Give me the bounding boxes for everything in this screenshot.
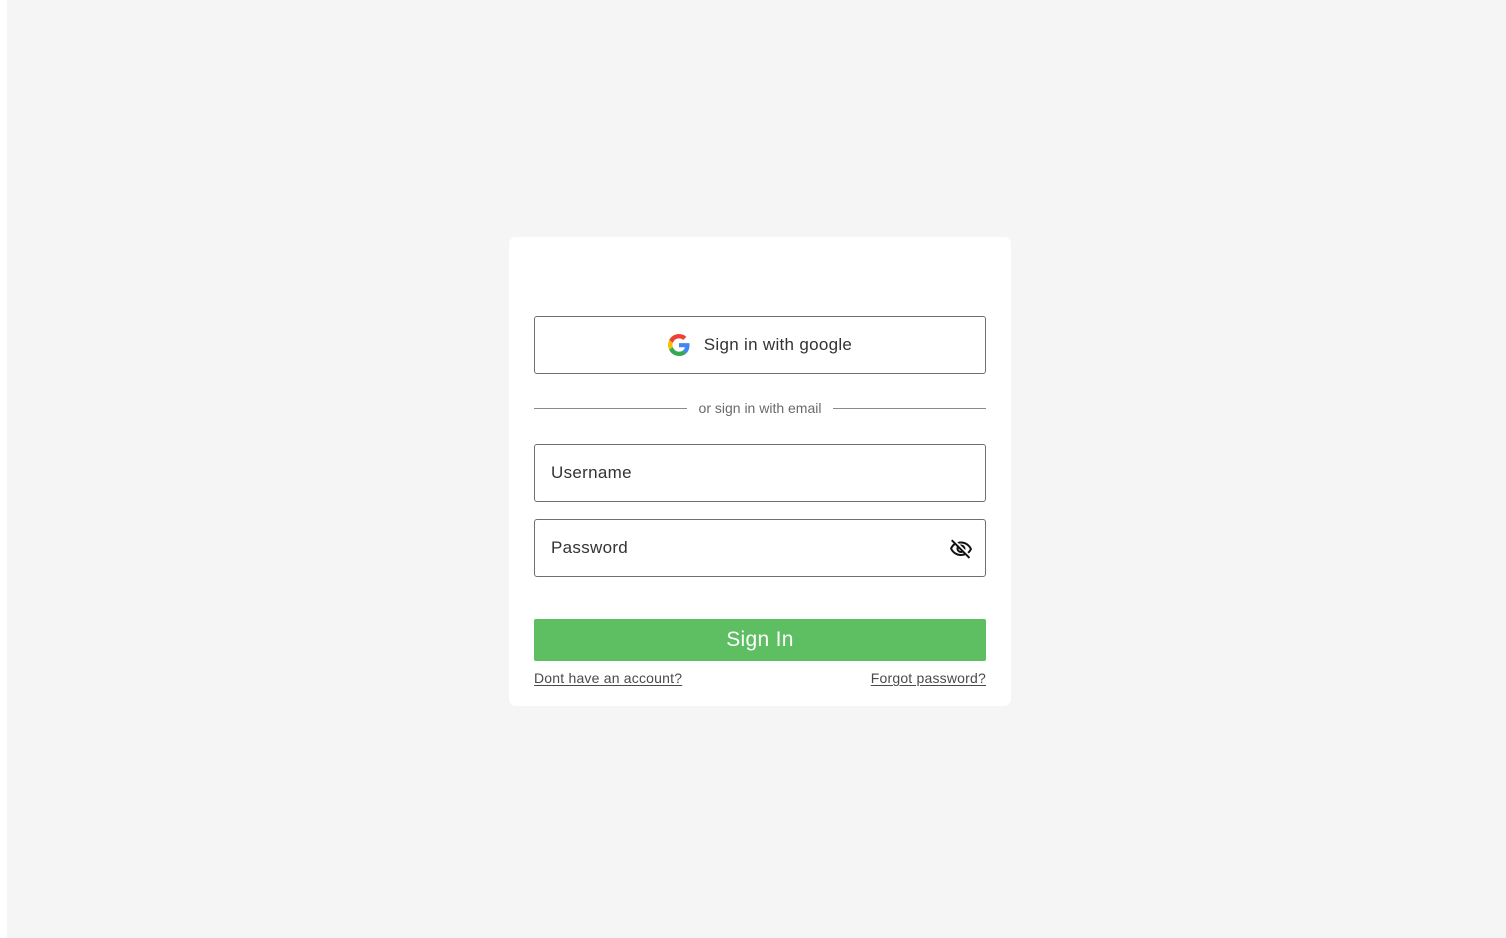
divider-line-right — [833, 407, 986, 409]
google-signin-button[interactable]: Sign in with google — [534, 316, 986, 374]
divider-line-left — [534, 407, 687, 409]
footer-links: Dont have an account? Forgot password? — [534, 670, 986, 686]
signup-link[interactable]: Dont have an account? — [534, 670, 682, 686]
password-field-container — [534, 519, 986, 577]
password-input[interactable] — [535, 520, 985, 576]
username-input[interactable] — [535, 445, 985, 501]
signin-card: Sign in with google or sign in with emai… — [509, 237, 1011, 706]
google-signin-label: Sign in with google — [703, 335, 853, 354]
email-divider: or sign in with email — [534, 398, 986, 418]
forgot-password-link[interactable]: Forgot password? — [871, 670, 986, 686]
divider-text: or sign in with email — [698, 400, 822, 416]
eye-off-icon[interactable] — [949, 537, 973, 561]
google-icon — [667, 334, 690, 356]
username-field-container — [534, 444, 986, 502]
signin-button[interactable]: Sign In — [534, 619, 986, 661]
page-background: Sign In Sign in with google or sign in w… — [7, 0, 1506, 938]
